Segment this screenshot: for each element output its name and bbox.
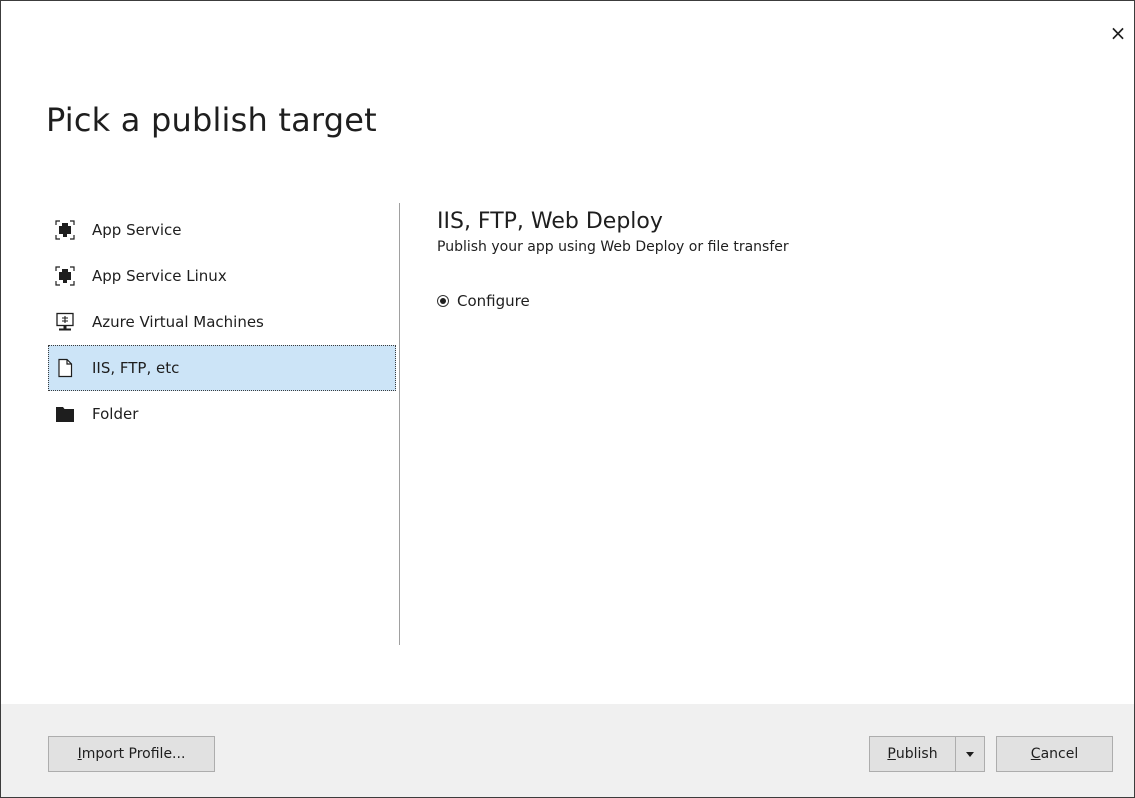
- target-item-app-service-linux[interactable]: App Service Linux: [48, 253, 396, 299]
- panel-divider: [399, 203, 400, 645]
- virtual-machine-icon: [55, 312, 75, 332]
- cancel-mnemonic: C: [1030, 746, 1041, 762]
- import-profile-button[interactable]: Import Profile...: [48, 736, 215, 772]
- detail-title: IIS, FTP, Web Deploy: [437, 209, 663, 234]
- target-item-azure-virtual-machines[interactable]: Azure Virtual Machines: [48, 299, 396, 345]
- folder-icon: [55, 404, 75, 424]
- configure-label: Configure: [457, 292, 530, 310]
- dialog-footer: Import Profile... Publish Cancel: [1, 704, 1134, 797]
- configure-option[interactable]: Configure: [437, 292, 789, 310]
- dialog-title: Pick a publish target: [46, 101, 377, 139]
- cancel-label: ancel: [1040, 746, 1079, 762]
- app-service-icon: [55, 220, 75, 240]
- target-detail-panel: IIS, FTP, Web Deploy Publish your app us…: [437, 207, 789, 310]
- detail-subtitle: Publish your app using Web Deploy or fil…: [437, 239, 789, 255]
- target-item-label: App Service Linux: [92, 267, 227, 285]
- target-item-label: App Service: [92, 221, 182, 239]
- cancel-button[interactable]: Cancel: [996, 736, 1113, 772]
- configure-radio[interactable]: [437, 295, 449, 307]
- publish-button[interactable]: Publish: [869, 736, 955, 772]
- radio-selected-indicator: [440, 298, 446, 304]
- target-item-iis-ftp[interactable]: IIS, FTP, etc: [48, 345, 396, 391]
- publish-label: ublish: [895, 746, 938, 762]
- target-item-label: IIS, FTP, etc: [92, 359, 180, 377]
- publish-dropdown-button[interactable]: [955, 736, 985, 772]
- app-service-linux-icon: [55, 266, 75, 286]
- publish-mnemonic: P: [887, 746, 896, 762]
- close-button[interactable]: ×: [1108, 23, 1128, 43]
- publish-dialog: × Pick a publish target App Service App …: [0, 0, 1135, 798]
- caret-down-icon: [966, 751, 974, 757]
- target-item-label: Azure Virtual Machines: [92, 313, 264, 331]
- target-item-folder[interactable]: Folder: [48, 391, 396, 437]
- file-icon: [55, 358, 75, 378]
- close-icon: ×: [1109, 21, 1127, 45]
- import-label: mport Profile...: [81, 746, 186, 762]
- split-button-separator: [955, 740, 956, 768]
- target-item-app-service[interactable]: App Service: [48, 207, 396, 253]
- target-item-label: Folder: [92, 405, 139, 423]
- publish-target-list: App Service App Service Linux Azure Virt…: [48, 207, 396, 437]
